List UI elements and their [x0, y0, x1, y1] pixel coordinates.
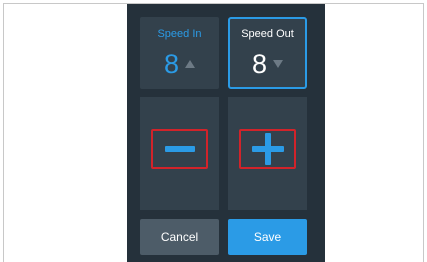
minus-icon: [165, 146, 195, 152]
triangle-up-icon: [185, 60, 196, 68]
decrement-button[interactable]: [140, 97, 219, 210]
speed-out-tile[interactable]: Speed Out 8: [228, 17, 307, 89]
increment-button[interactable]: [228, 97, 307, 210]
speed-in-value: 8: [163, 49, 180, 79]
speed-in-label: Speed In: [157, 28, 202, 40]
cancel-button[interactable]: Cancel: [140, 219, 219, 255]
speed-out-value-row: 8: [230, 49, 305, 79]
plus-icon-vertical: [265, 133, 271, 165]
triangle-down-icon: [273, 60, 284, 68]
speed-out-value: 8: [251, 49, 268, 79]
speed-in-value-row: 8: [140, 49, 219, 79]
speed-out-label: Speed Out: [241, 28, 294, 40]
speed-in-tile[interactable]: Speed In 8: [140, 17, 219, 89]
save-button[interactable]: Save: [228, 219, 307, 255]
